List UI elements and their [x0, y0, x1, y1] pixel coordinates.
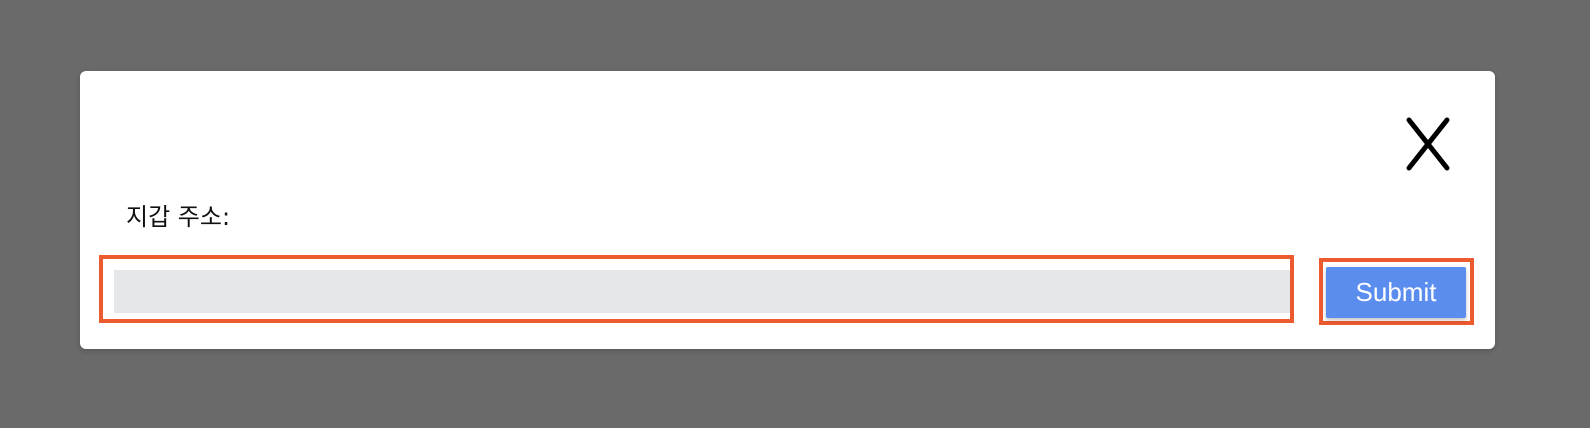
- wallet-input-highlight: [99, 255, 1294, 323]
- submit-button[interactable]: Submit: [1326, 267, 1466, 318]
- close-icon[interactable]: [1403, 116, 1453, 172]
- wallet-address-label: 지갑 주소:: [126, 203, 231, 231]
- submit-button-highlight: Submit: [1319, 258, 1474, 325]
- wallet-modal: 지갑 주소: Submit: [80, 71, 1495, 349]
- wallet-address-input[interactable]: [114, 270, 1290, 313]
